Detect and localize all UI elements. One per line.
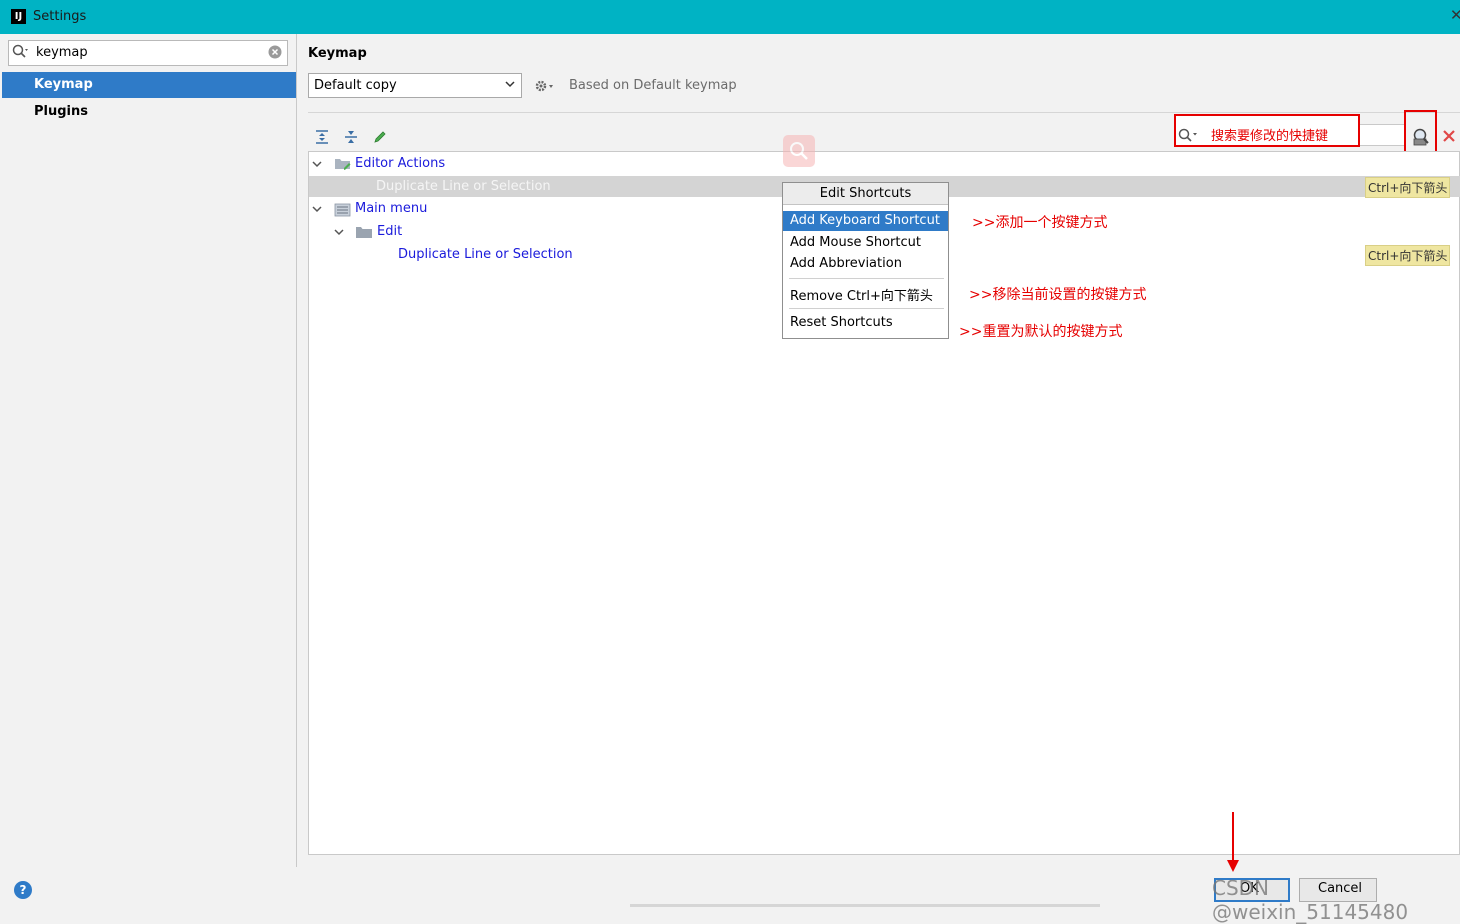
annotation-arrow-head [1227, 860, 1239, 872]
settings-search-input[interactable] [36, 41, 256, 63]
menu-separator [789, 278, 944, 279]
help-icon[interactable]: ? [14, 881, 32, 899]
annotation-add: >>添加一个按键方式 [972, 215, 1108, 231]
menu-item-label: Add Keyboard Shortcut [790, 213, 940, 228]
window-title: Settings [33, 9, 87, 24]
chevron-down-icon [505, 81, 515, 88]
chevron-down-icon[interactable] [312, 160, 322, 168]
tree-item-duplicate[interactable]: Duplicate Line or Selection [398, 247, 573, 262]
expand-all-icon[interactable] [314, 129, 330, 145]
chevron-down-icon[interactable] [334, 228, 344, 236]
annotation-reset: >>重置为默认的按键方式 [959, 324, 1123, 340]
gear-icon[interactable] [534, 79, 556, 93]
folder-icon [356, 227, 372, 238]
menu-item-remove-shortcut[interactable]: Remove Ctrl+向下箭头 [790, 285, 933, 304]
clear-search-icon[interactable] [268, 45, 282, 59]
edit-pencil-icon[interactable] [372, 129, 388, 145]
sidebar-item-plugins[interactable]: Plugins [34, 104, 88, 119]
find-by-shortcut-icon[interactable] [1411, 128, 1431, 146]
tree-item-editor-actions[interactable]: Editor Actions [355, 156, 445, 171]
divider [308, 112, 1460, 113]
title-bar [0, 0, 1460, 34]
shortcut-badge: Ctrl+向下箭头 [1365, 245, 1451, 266]
keymap-select-value: Default copy [314, 78, 397, 93]
search-icon [783, 135, 815, 167]
menu-folder-icon [334, 203, 351, 217]
action-search-hint: 搜索要修改的快捷键 [1211, 129, 1329, 144]
collapse-all-icon[interactable] [343, 129, 359, 145]
tree-item-edit[interactable]: Edit [377, 224, 402, 239]
page-title: Keymap [308, 46, 367, 61]
sidebar-item-label: Keymap [34, 77, 93, 92]
tree-item-duplicate-selected[interactable]: Duplicate Line or Selection [376, 179, 551, 194]
close-icon[interactable]: ✕ [1450, 6, 1460, 24]
shortcut-badge: Ctrl+向下箭头 [1365, 177, 1451, 198]
menu-separator [789, 308, 944, 309]
menu-item-add-abbreviation[interactable]: Add Abbreviation [790, 256, 902, 271]
folder-icon [335, 159, 351, 170]
annotation-arrow [1232, 812, 1234, 864]
search-icon[interactable] [12, 44, 28, 60]
close-icon[interactable] [1442, 129, 1456, 143]
sidebar [0, 34, 297, 867]
menu-item-add-mouse-shortcut[interactable]: Add Mouse Shortcut [790, 235, 921, 250]
watermark: CSDN @weixin_51145480 [1212, 876, 1409, 924]
tree-item-main-menu[interactable]: Main menu [355, 201, 427, 216]
based-on-label: Based on Default keymap [569, 78, 737, 93]
search-icon[interactable] [1178, 127, 1200, 143]
annotation-remove: >>移除当前设置的按键方式 [969, 287, 1147, 303]
popup-title: Edit Shortcuts [819, 186, 912, 201]
app-logo-icon: IJ [11, 9, 26, 24]
chevron-down-icon[interactable] [312, 205, 322, 213]
menu-item-reset-shortcuts[interactable]: Reset Shortcuts [790, 315, 893, 330]
action-search-field[interactable] [1360, 124, 1404, 146]
